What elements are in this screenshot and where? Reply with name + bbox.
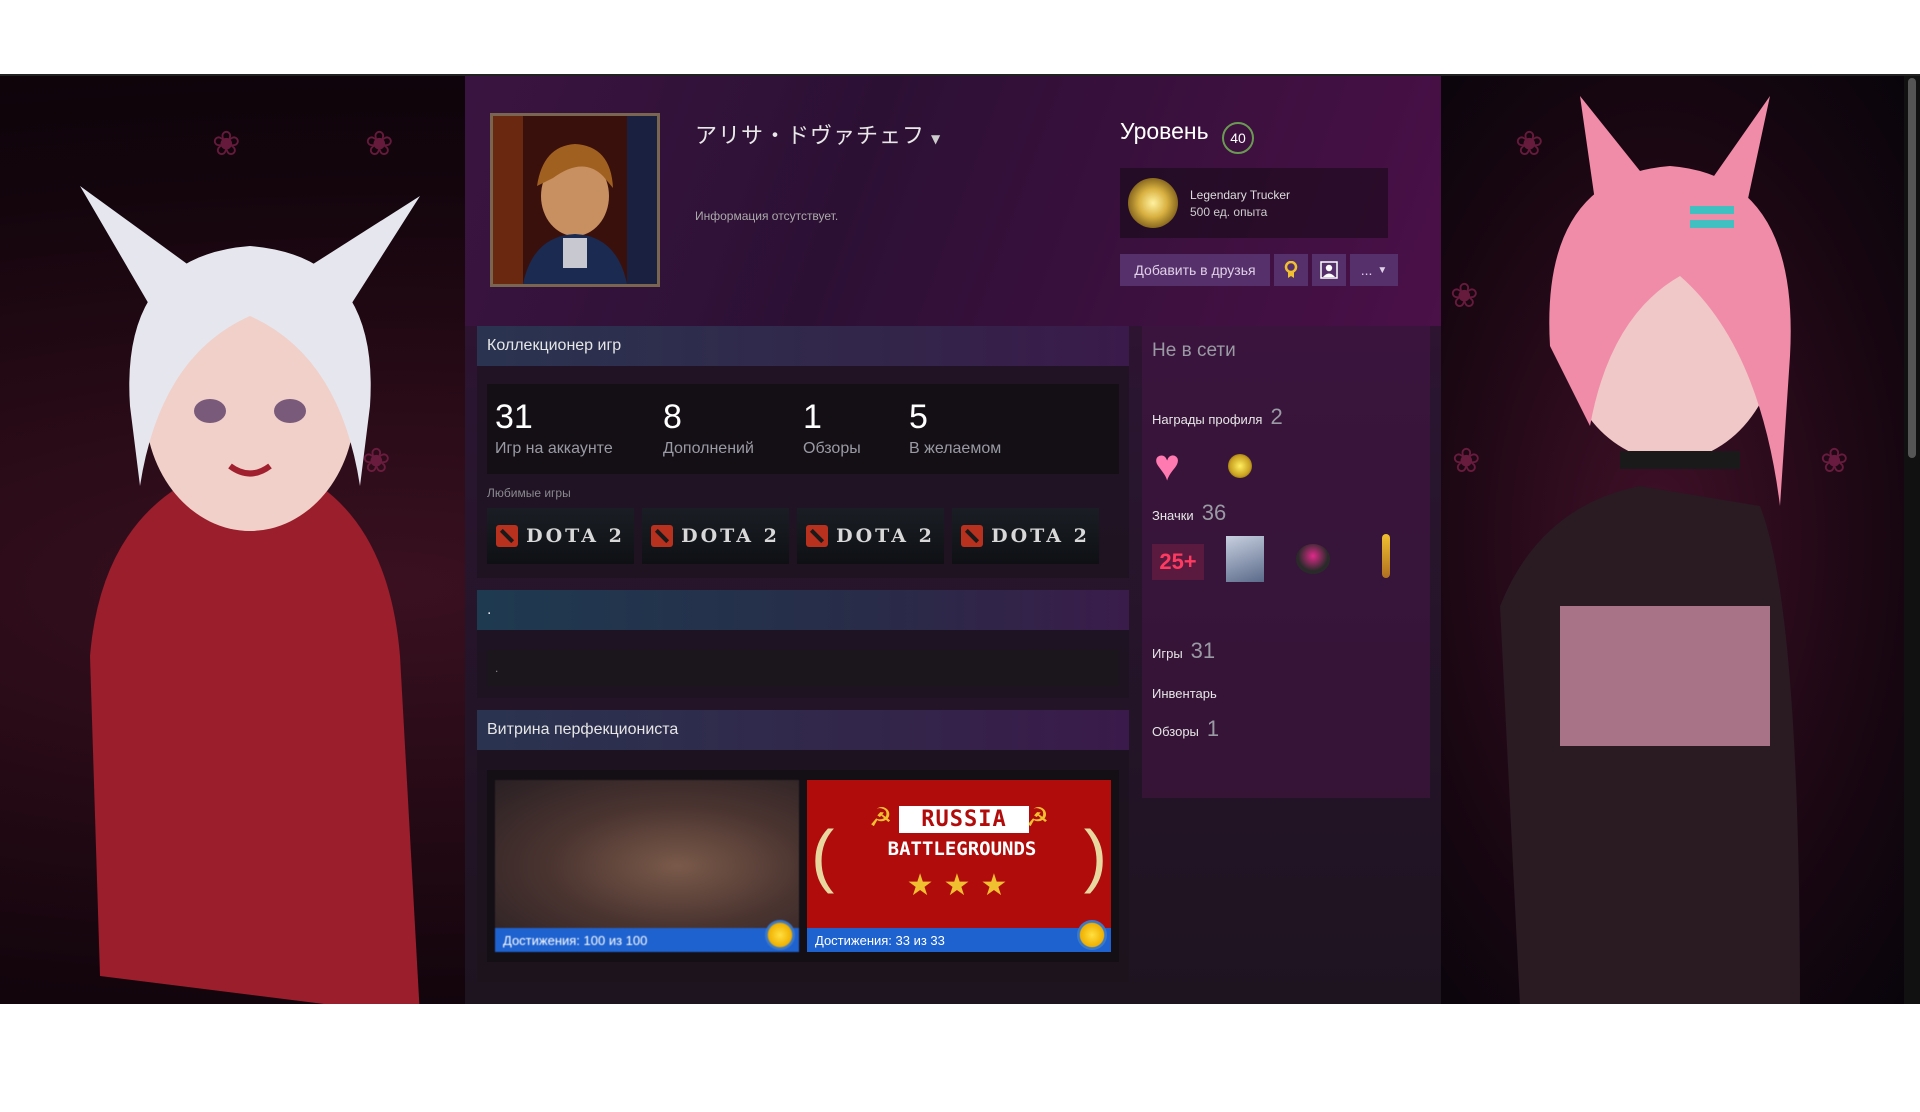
favorite-games-label: Любимые игры (487, 486, 571, 500)
years-badge-icon[interactable]: 25+ (1152, 544, 1204, 580)
favorite-game-tile[interactable]: DOTA 2 (487, 508, 634, 564)
more-options-button[interactable]: ... ▼ (1350, 254, 1398, 286)
favorite-game-tile[interactable]: DOTA 2 (952, 508, 1099, 564)
crate-badge-icon[interactable] (1226, 536, 1264, 582)
award-button[interactable] (1274, 254, 1308, 286)
profile-sidebar: Не в сети Награды профиля 2 ♥ Значки 36 25… (1142, 326, 1430, 798)
badges-label: Значки (1152, 508, 1194, 523)
achievement-progress: Достижения: 100 из 100 (495, 928, 799, 952)
page-scrollbar[interactable] (1904, 76, 1920, 1004)
favorite-games-list: DOTA 2 DOTA 2 DOTA 2 DOTA 2 (487, 508, 1119, 564)
profile-header: アリサ・ドヴァチェフ ▼ Информация отсутствует. Уров… (465, 76, 1441, 326)
heart-award-icon[interactable]: ♥ (1154, 444, 1198, 488)
stat-reviews[interactable]: 1 Обзоры (803, 384, 909, 474)
awards-label: Награды профиля (1152, 412, 1263, 427)
custom-info-text: . (487, 650, 1119, 686)
dota-logo-icon (651, 525, 674, 547)
favorite-badge[interactable]: Legendary Trucker 500 ед. опыта (1120, 168, 1388, 238)
stat-label: В желаемом (909, 440, 1002, 457)
achievement-progress: Достижения: 33 из 33 (807, 928, 1111, 952)
hammer-sickle-icon: ☭ (869, 802, 893, 832)
persona-name[interactable]: アリサ・ドヴァチェフ ▼ (695, 118, 941, 150)
dota-logo-icon (496, 525, 519, 547)
games-link[interactable]: Игры 31 (1152, 638, 1215, 664)
favorite-game-tile[interactable]: DOTA 2 (797, 508, 944, 564)
more-options-label: ... (1360, 262, 1373, 278)
user-icon (1320, 261, 1338, 279)
screenshot-frame: ❀ ❀ ❀ ❀ ❀ ❀ ❀ アリサ・ドヴァチェフ ▼ Информация от… (0, 74, 1920, 1004)
profile-main-content: Коллекционер игр 31 Игр на аккаунте 8 До… (477, 326, 1129, 994)
online-status: Не в сети (1152, 340, 1236, 361)
level-badge[interactable]: 40 (1222, 122, 1254, 154)
stat-value: 8 (663, 398, 682, 436)
stat-wishlist[interactable]: 5 В желаемом (909, 384, 1077, 474)
medal-icon (1128, 178, 1178, 228)
favorite-game-tile[interactable]: DOTA 2 (642, 508, 789, 564)
badges-count: 36 (1201, 500, 1227, 525)
game-logo-title: RUSSIA (899, 806, 1029, 833)
custom-info-showcase: . . (477, 590, 1129, 698)
stat-label: Обзоры (803, 440, 861, 457)
games-label: Игры (1152, 646, 1183, 661)
game-logo-subtitle: BATTLEGROUNDS (887, 838, 1037, 860)
reviews-count: 1 (1206, 716, 1220, 741)
profile-page: アリサ・ドヴァチェフ ▼ Информация отсутствует. Уров… (465, 76, 1441, 1004)
game-stats: 31 Игр на аккаунте 8 Дополнений 1 Обзоры (487, 384, 1119, 474)
awards-count: 2 (1270, 404, 1283, 429)
persona-name-text: アリサ・ドヴァチェフ (695, 124, 926, 149)
perfect-game-tile[interactable]: Достижения: 100 из 100 (495, 780, 799, 952)
coin-award-icon[interactable] (1228, 454, 1252, 478)
add-friend-button[interactable]: Добавить в друзья (1120, 254, 1270, 286)
stat-label: Дополнений (663, 440, 754, 457)
anime-girl-left-artwork (80, 186, 420, 1004)
perfectionist-showcase: Витрина перфекциониста Достижения: 100 и… (477, 710, 1129, 982)
game-collector-showcase: Коллекционер игр 31 Игр на аккаунте 8 До… (477, 326, 1129, 578)
level-label: Уровень (1120, 118, 1209, 144)
stat-value: 5 (909, 398, 928, 436)
custom-info-title: . (477, 590, 1129, 630)
inventory-label: Инвентарь (1152, 686, 1217, 701)
avatar[interactable] (490, 113, 660, 287)
stat-value: 31 (495, 398, 533, 436)
dota-logo-icon (961, 525, 984, 547)
stat-games[interactable]: 31 Игр на аккаунте (495, 384, 663, 474)
games-count: 31 (1190, 638, 1216, 663)
perfectionist-title: Витрина перфекциониста (477, 710, 1129, 750)
chevron-down-icon[interactable]: ▼ (931, 132, 941, 146)
robot-badge-icon[interactable] (1296, 544, 1330, 574)
game-name: DOTA 2 (526, 525, 625, 547)
chevron-down-icon: ▼ (1377, 264, 1388, 276)
favorite-badge-xp: 500 ед. опыта (1190, 205, 1268, 219)
ribbon-icon (765, 920, 795, 950)
game-name: DOTA 2 (991, 525, 1090, 547)
game-name: DOTA 2 (681, 525, 780, 547)
stat-value: 1 (803, 398, 822, 436)
badges-link[interactable]: Значки 36 (1152, 500, 1226, 526)
profile-awards-link[interactable]: Награды профиля 2 (1152, 404, 1283, 430)
game-name: DOTA 2 (836, 525, 935, 547)
stat-label: Игр на аккаунте (495, 440, 613, 457)
ribbon-icon (1077, 920, 1107, 950)
user-profile-button[interactable] (1312, 254, 1346, 286)
scrollbar-thumb[interactable] (1908, 78, 1916, 458)
stat-dlc[interactable]: 8 Дополнений (663, 384, 803, 474)
award-icon (1284, 261, 1298, 278)
profile-summary: Информация отсутствует. (695, 209, 839, 223)
profile-actions: Добавить в друзья ... ▼ (1120, 254, 1398, 286)
laurel-icon: ( (811, 816, 835, 894)
anime-girl-right-artwork (1500, 96, 1800, 1004)
favorite-badge-name: Legendary Trucker (1190, 188, 1291, 202)
perfect-game-tile[interactable]: ( ) ☭ ☭ RUSSIA BATTLEGROUNDS ★★★ Достиже… (807, 780, 1111, 952)
game-collector-title: Коллекционер игр (477, 326, 1129, 366)
inventory-link[interactable]: Инвентарь (1152, 686, 1217, 701)
reviews-label: Обзоры (1152, 724, 1199, 739)
dota-logo-icon (806, 525, 829, 547)
hammer-sickle-icon: ☭ (1025, 802, 1049, 832)
star-icon: ★★★ (906, 869, 1018, 902)
torch-badge-icon[interactable] (1382, 534, 1390, 578)
reviews-link[interactable]: Обзоры 1 (1152, 716, 1219, 742)
